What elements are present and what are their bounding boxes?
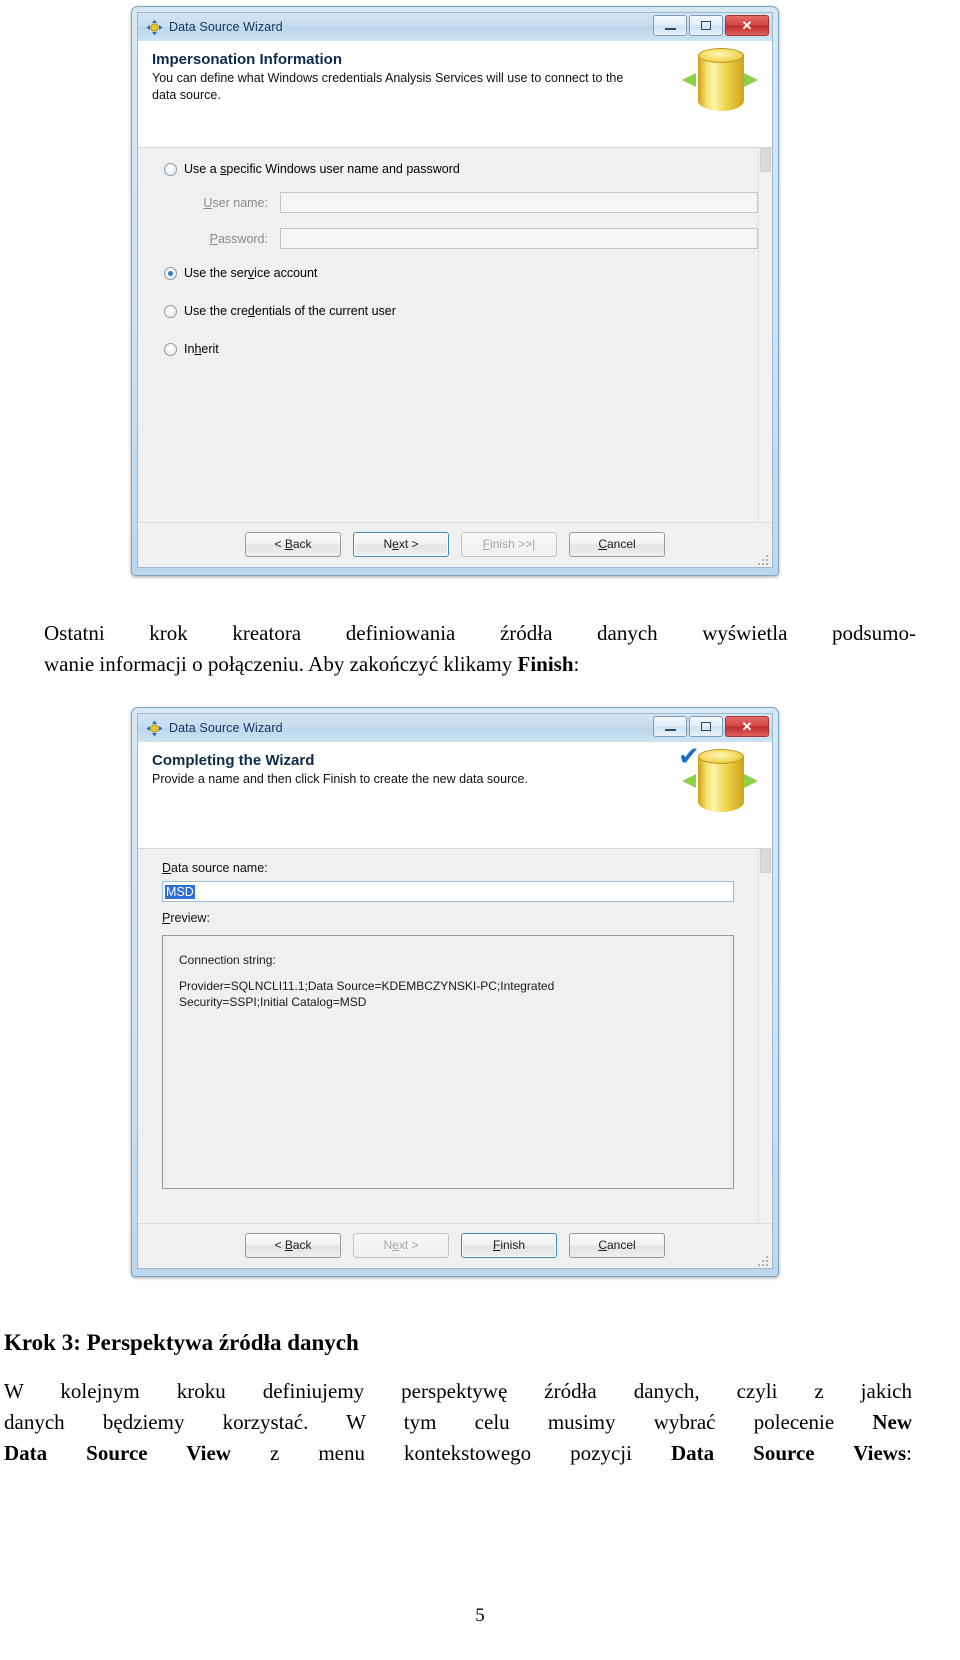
cancel-button[interactable]: Cancel bbox=[569, 1233, 665, 1258]
dialog-titlebar[interactable]: Data Source Wizard ✕ bbox=[138, 13, 772, 41]
dialog-footer: < Back Next > Finish Cancel bbox=[138, 1223, 772, 1268]
preview-label: Preview: bbox=[162, 911, 210, 925]
dialog-footer: < Back Next > Finish >>| Cancel bbox=[138, 522, 772, 567]
wizard-icon bbox=[146, 720, 163, 737]
close-button[interactable]: ✕ bbox=[725, 716, 769, 737]
vertical-scrollbar[interactable] bbox=[758, 849, 772, 1223]
finish-button[interactable]: Finish bbox=[461, 1233, 557, 1258]
cancel-button[interactable]: Cancel bbox=[569, 532, 665, 557]
radio-use-specific-windows-credentials[interactable]: Use a specific Windows user name and pas… bbox=[164, 162, 460, 176]
wizard-icon bbox=[146, 19, 163, 36]
close-button[interactable]: ✕ bbox=[725, 15, 769, 36]
header-title: Completing the Wizard bbox=[152, 752, 315, 769]
minimize-button[interactable] bbox=[653, 15, 687, 36]
data-source-name-label: Data source name: bbox=[162, 861, 268, 875]
header-title: Impersonation Information bbox=[152, 51, 343, 68]
dialog-title: Data Source Wizard bbox=[169, 721, 283, 735]
dialog-title: Data Source Wizard bbox=[169, 20, 283, 34]
paragraph-line: Ostatni krok kreatora definiowania źródł… bbox=[44, 621, 916, 645]
minimize-button[interactable] bbox=[653, 716, 687, 737]
user-name-field-row: User name: bbox=[186, 192, 772, 213]
radio-label: Use a specific Windows user name and pas… bbox=[184, 162, 460, 176]
preview-panel: Connection string: Provider=SQLNCLI11.1;… bbox=[162, 935, 734, 1189]
paragraph-krok-3-body: W kolejnym kroku definiujemy perspektywę… bbox=[4, 1376, 912, 1469]
radio-inherit[interactable]: Inherit bbox=[164, 342, 219, 356]
paragraph-line: danych będziemy korzystać. W tym celu mu… bbox=[4, 1410, 912, 1434]
dialog-titlebar[interactable]: Data Source Wizard ✕ bbox=[138, 714, 772, 742]
success-check-icon: ✔ bbox=[678, 742, 700, 772]
resize-grip-icon[interactable] bbox=[756, 553, 768, 565]
radio-icon-unchecked bbox=[164, 304, 177, 318]
database-cylinder-graphic bbox=[676, 45, 762, 121]
radio-label: Use the service account bbox=[184, 266, 318, 280]
window-controls: ✕ bbox=[653, 716, 769, 737]
maximize-button[interactable] bbox=[689, 15, 723, 36]
radio-label: Use the credentials of the current user bbox=[184, 304, 396, 318]
finish-button: Finish >>| bbox=[461, 532, 557, 557]
minimize-icon bbox=[664, 28, 676, 30]
dialog-inner-frame: Data Source Wizard ✕ Completing the Wiza… bbox=[137, 713, 773, 1269]
radio-label: Inherit bbox=[184, 342, 219, 356]
data-source-wizard-dialog-completing[interactable]: Data Source Wizard ✕ Completing the Wiza… bbox=[131, 707, 779, 1277]
window-controls: ✕ bbox=[653, 15, 769, 36]
dialog-body: Use a specific Windows user name and pas… bbox=[138, 148, 772, 522]
maximize-icon bbox=[701, 722, 711, 731]
data-source-name-value: MSD bbox=[165, 884, 195, 899]
section-heading-krok-3: Krok 3: Perspektywa źródła danych bbox=[4, 1330, 359, 1355]
password-field-row: Password: bbox=[186, 228, 772, 249]
paragraph-line: W kolejnym kroku definiujemy perspektywę… bbox=[4, 1379, 912, 1403]
dialog-header: Completing the Wizard Provide a name and… bbox=[138, 742, 772, 849]
next-button[interactable]: Next > bbox=[353, 532, 449, 557]
paragraph-line: wanie informacji o połączeniu. Aby zakoń… bbox=[44, 652, 580, 676]
connection-string-line-2: Security=SSPI;Initial Catalog=MSD bbox=[179, 995, 367, 1010]
connection-string-line-1: Provider=SQLNCLI11.1;Data Source=KDEMBCZ… bbox=[179, 979, 555, 994]
data-source-wizard-dialog-impersonation[interactable]: Data Source Wizard ✕ Impersonation Infor… bbox=[131, 6, 779, 576]
minimize-icon bbox=[664, 729, 676, 731]
next-button: Next > bbox=[353, 1233, 449, 1258]
page-number: 5 bbox=[475, 1605, 485, 1626]
user-name-input[interactable] bbox=[280, 192, 758, 213]
connection-string-label: Connection string: bbox=[179, 953, 276, 967]
dialog-header: Impersonation Information You can define… bbox=[138, 41, 772, 148]
paragraph-line: Data Source View z menu kontekstowego po… bbox=[4, 1441, 912, 1465]
scrollbar-thumb[interactable] bbox=[760, 849, 771, 873]
close-icon: ✕ bbox=[741, 719, 753, 734]
header-subtitle: You can define what Windows credentials … bbox=[152, 71, 624, 102]
dialog-body: Data source name: MSD Preview: Connectio… bbox=[138, 849, 772, 1223]
radio-icon-checked bbox=[164, 266, 177, 280]
back-button[interactable]: < Back bbox=[245, 532, 341, 557]
back-button[interactable]: < Back bbox=[245, 1233, 341, 1258]
password-input[interactable] bbox=[280, 228, 758, 249]
radio-use-service-account[interactable]: Use the service account bbox=[164, 266, 317, 280]
database-cylinder-graphic: ✔ bbox=[676, 742, 762, 822]
user-name-label: User name: bbox=[203, 195, 268, 210]
resize-grip-icon[interactable] bbox=[756, 1254, 768, 1266]
maximize-button[interactable] bbox=[689, 716, 723, 737]
radio-icon-unchecked bbox=[164, 162, 177, 176]
dialog-inner-frame: Data Source Wizard ✕ Impersonation Infor… bbox=[137, 12, 773, 568]
password-label: Password: bbox=[209, 231, 268, 246]
radio-use-current-user-credentials[interactable]: Use the credentials of the current user bbox=[164, 304, 396, 318]
header-subtitle: Provide a name and then click Finish to … bbox=[152, 772, 528, 786]
data-source-name-input[interactable]: MSD bbox=[162, 881, 734, 902]
radio-icon-unchecked bbox=[164, 342, 177, 356]
paragraph-after-first-figure: Ostatni krok kreatora definiowania źródł… bbox=[44, 618, 916, 680]
maximize-icon bbox=[701, 21, 711, 30]
close-icon: ✕ bbox=[741, 18, 753, 33]
scrollbar-thumb[interactable] bbox=[760, 148, 771, 172]
